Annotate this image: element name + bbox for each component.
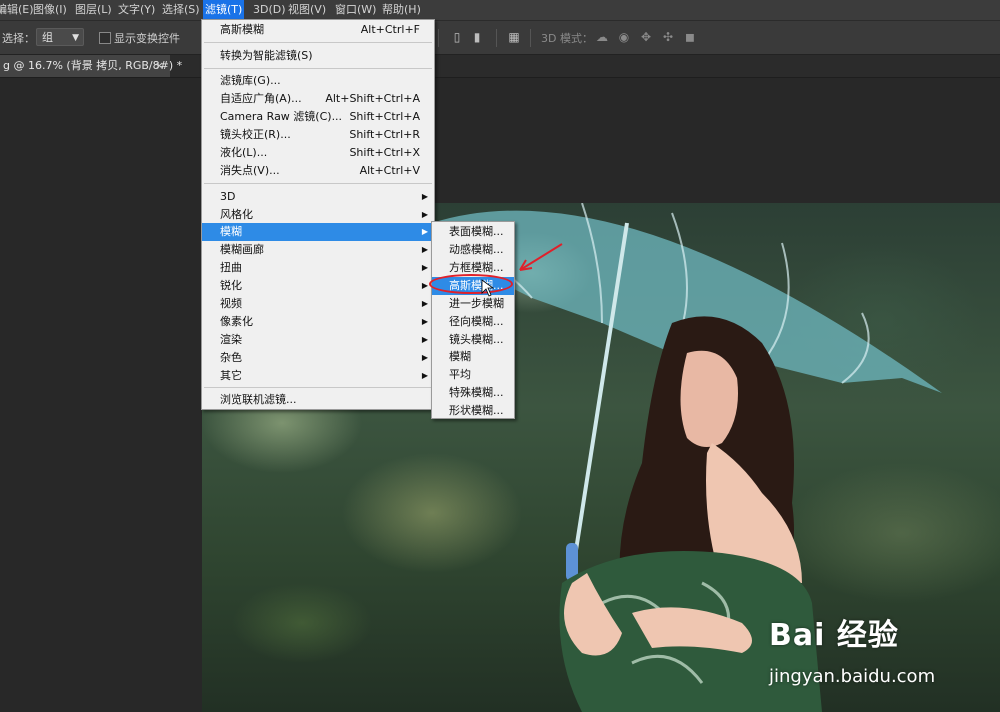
submenu-item-radial-blur[interactable]: 径向模糊... xyxy=(432,313,514,331)
close-icon[interactable]: × xyxy=(155,55,164,77)
show-transform-label: 显示变换控件 xyxy=(114,32,180,45)
menu-item-filter-gallery[interactable]: 滤镜库(G)... xyxy=(202,72,434,90)
submenu-arrow-icon: ▶ xyxy=(421,335,428,344)
submenu-item-blur-more[interactable]: 进一步模糊 xyxy=(432,295,514,313)
menu-item-noise[interactable]: 杂色 ▶ xyxy=(202,349,434,367)
watermark-logo: Bai 经验 xyxy=(769,618,899,653)
menu-image[interactable]: 图像(I) xyxy=(31,0,69,20)
menu-separator xyxy=(204,42,432,43)
submenu-arrow-icon: ▶ xyxy=(421,299,428,308)
divider xyxy=(438,29,439,47)
menu-item-last-filter[interactable]: 高斯模糊 Alt+Ctrl+F xyxy=(202,21,434,39)
submenu-arrow-icon: ▶ xyxy=(421,263,428,272)
chevron-down-icon: ▼ xyxy=(72,33,79,43)
menu-select[interactable]: 选择(S) xyxy=(160,0,202,20)
document-tab-bar: g @ 16.7% (背景 拷贝, RGB/8#) * × xyxy=(0,55,1000,78)
submenu-item-surface-blur[interactable]: 表面模糊... xyxy=(432,223,514,241)
document-tab[interactable]: g @ 16.7% (背景 拷贝, RGB/8#) * × xyxy=(0,55,182,77)
auto-select-value: 组 xyxy=(42,31,53,44)
slide-icon[interactable]: ✣ xyxy=(661,30,675,44)
menu-item-lens-correction[interactable]: 镜头校正(R)... Shift+Ctrl+R xyxy=(202,126,434,144)
menu-window[interactable]: 窗口(W) xyxy=(333,0,378,20)
menu-item-video[interactable]: 视频 ▶ xyxy=(202,295,434,313)
divider xyxy=(530,29,531,47)
menu-3d[interactable]: 3D(D) xyxy=(251,0,288,20)
submenu-arrow-icon: ▶ xyxy=(421,317,428,326)
submenu-arrow-icon: ▶ xyxy=(421,281,428,290)
3d-mode-label: 3D 模式： xyxy=(541,32,593,45)
roll-icon[interactable]: ◉ xyxy=(617,30,631,44)
orbit-icon[interactable]: ☁ xyxy=(595,30,609,44)
menu-item-blur[interactable]: 模糊 ▶ xyxy=(202,223,434,241)
menu-layer[interactable]: 图层(L) xyxy=(73,0,114,20)
menu-view[interactable]: 视图(V) xyxy=(286,0,328,20)
submenu-item-smart-blur[interactable]: 特殊模糊... xyxy=(432,384,514,402)
submenu-arrow-icon: ▶ xyxy=(421,227,428,236)
submenu-item-blur[interactable]: 模糊 xyxy=(432,348,514,366)
align-center-icon[interactable]: ▯ xyxy=(450,30,464,44)
menu-separator xyxy=(204,68,432,69)
submenu-item-average[interactable]: 平均 xyxy=(432,366,514,384)
menu-item-sharpen[interactable]: 锐化 ▶ xyxy=(202,277,434,295)
menu-item-convert-smart-filter[interactable]: 转换为智能滤镜(S) xyxy=(202,47,434,65)
submenu-item-shape-blur[interactable]: 形状模糊... xyxy=(432,402,514,420)
annotation-circle xyxy=(429,274,513,294)
submenu-arrow-icon: ▶ xyxy=(421,245,428,254)
menu-item-browse-online-filters[interactable]: 浏览联机滤镜... xyxy=(202,391,434,409)
scale-icon[interactable]: ◼ xyxy=(683,30,697,44)
submenu-item-motion-blur[interactable]: 动感模糊... xyxy=(432,241,514,259)
filter-menu: 高斯模糊 Alt+Ctrl+F 转换为智能滤镜(S) 滤镜库(G)... 自适应广… xyxy=(201,19,435,410)
menu-type[interactable]: 文字(Y) xyxy=(116,0,157,20)
submenu-arrow-icon: ▶ xyxy=(421,371,428,380)
menu-item-camera-raw[interactable]: Camera Raw 滤镜(C)... Shift+Ctrl+A xyxy=(202,108,434,126)
auto-select-dropdown[interactable]: 组 ▼ xyxy=(36,28,84,46)
menu-item-render[interactable]: 渲染 ▶ xyxy=(202,331,434,349)
align-right-icon[interactable]: ▮ xyxy=(470,30,484,44)
menu-item-other[interactable]: 其它 ▶ xyxy=(202,367,434,385)
menu-help[interactable]: 帮助(H) xyxy=(380,0,423,20)
pan-icon[interactable]: ✥ xyxy=(639,30,653,44)
menu-item-liquify[interactable]: 液化(L)... Shift+Ctrl+X xyxy=(202,144,434,162)
watermark: Bai 经验 jingyan.baidu.com xyxy=(769,604,949,694)
menu-item-3d[interactable]: 3D ▶ xyxy=(202,188,434,206)
menu-item-blur-gallery[interactable]: 模糊画廊 ▶ xyxy=(202,241,434,259)
submenu-item-lens-blur[interactable]: 镜头模糊... xyxy=(432,331,514,349)
menu-separator xyxy=(204,387,432,388)
submenu-arrow-icon: ▶ xyxy=(421,192,428,201)
menu-separator xyxy=(204,183,432,184)
submenu-arrow-icon: ▶ xyxy=(421,353,428,362)
menu-item-adaptive-wide-angle[interactable]: 自适应广角(A)... Alt+Shift+Ctrl+A xyxy=(202,90,434,108)
distribute-icon[interactable]: ▦ xyxy=(507,30,521,44)
menu-item-pixelate[interactable]: 像素化 ▶ xyxy=(202,313,434,331)
divider xyxy=(496,29,497,47)
submenu-arrow-icon: ▶ xyxy=(421,210,428,219)
menu-item-distort[interactable]: 扭曲 ▶ xyxy=(202,259,434,277)
auto-select-label: 选择： xyxy=(2,32,35,45)
blur-submenu: 表面模糊... 动感模糊... 方框模糊... 高斯模糊... 进一步模糊 径向… xyxy=(431,221,515,419)
show-transform-checkbox[interactable] xyxy=(99,32,111,44)
menu-item-stylize[interactable]: 风格化 ▶ xyxy=(202,206,434,224)
options-bar: 选择： 组 ▼ 显示变换控件 ▯ ▮ ▦ 3D 模式： ☁ ◉ ✥ ✣ ◼ xyxy=(0,21,1000,55)
menu-bar: 编辑(E) 图像(I) 图层(L) 文字(Y) 选择(S) 滤镜(T) 3D(D… xyxy=(0,0,1000,21)
menu-filter[interactable]: 滤镜(T) xyxy=(203,0,245,20)
watermark-url: jingyan.baidu.com xyxy=(769,666,936,687)
menu-item-vanishing-point[interactable]: 消失点(V)... Alt+Ctrl+V xyxy=(202,162,434,180)
